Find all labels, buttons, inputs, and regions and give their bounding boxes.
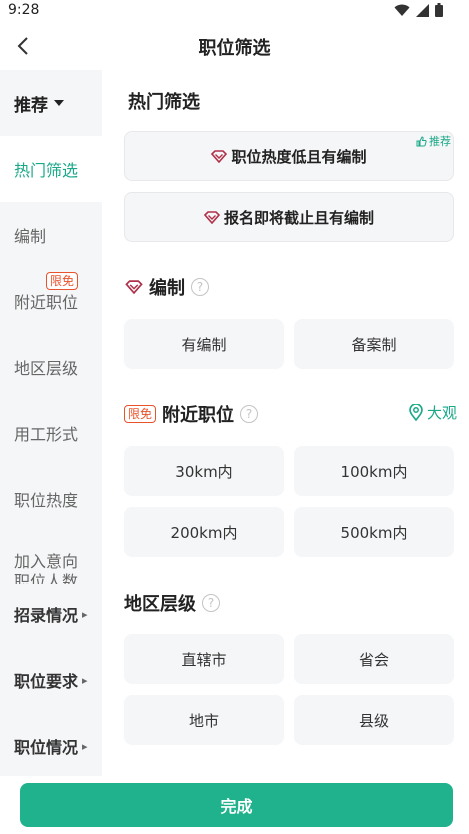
location-selector[interactable]: 大观: [409, 402, 457, 423]
option-label: 有编制: [181, 335, 227, 354]
section-title-text: 编制: [149, 278, 185, 299]
sidebar-item-heat[interactable]: 职位热度: [0, 466, 102, 532]
sidebar-item-label: 加入意向职位人数: [14, 552, 79, 584]
chevron-right-icon: ▸: [82, 607, 88, 621]
sidebar-item-label: 职位热度: [14, 491, 79, 510]
option-provincial-capital[interactable]: 省会: [294, 634, 454, 684]
recommend-tag-label: 推荐: [429, 135, 451, 148]
section-title-nearby: 限免 附近职位 ?: [124, 401, 259, 427]
location-label: 大观: [426, 404, 457, 422]
hot-card-low-heat[interactable]: 职位热度低且有编制 推荐: [124, 131, 454, 181]
section-title-text: 热门筛选: [128, 92, 200, 113]
sidebar-item-label: 职位情况: [14, 738, 79, 757]
sidebar-item-label: 附近职位: [14, 293, 79, 312]
sidebar-item-position-status[interactable]: 职位情况 ▸: [0, 713, 102, 779]
diamond-icon: [125, 280, 143, 294]
thumbs-up-icon: [416, 135, 427, 146]
status-icons: [394, 3, 443, 17]
chevron-right-icon: ▸: [82, 739, 88, 753]
location-pin-icon: [409, 404, 423, 421]
sidebar-item-label: 编制: [14, 227, 47, 246]
caret-down-icon: [54, 100, 64, 106]
option-beian[interactable]: 备案制: [294, 319, 454, 369]
hot-card-deadline[interactable]: 报名即将截止且有编制: [124, 192, 454, 242]
chevron-right-icon: ▸: [82, 673, 88, 687]
section-title-bianzhi: 编制 ?: [125, 274, 209, 300]
done-button[interactable]: 完成: [20, 783, 453, 827]
diamond-icon: [211, 149, 228, 163]
signal-icon: [416, 3, 429, 17]
option-label: 500km内: [340, 523, 408, 542]
help-icon[interactable]: ?: [240, 405, 259, 423]
option-county[interactable]: 县级: [294, 695, 454, 745]
sidebar-item-bianzhi[interactable]: 编制: [0, 202, 102, 268]
sidebar-item-employment[interactable]: 用工形式: [0, 400, 102, 466]
limited-free-badge: 限免: [124, 405, 157, 423]
sidebar-header-label: 推荐: [14, 95, 48, 116]
help-icon[interactable]: ?: [191, 278, 209, 296]
sidebar-item-region[interactable]: 地区层级: [0, 334, 102, 400]
section-title-region: 地区层级 ?: [124, 590, 220, 616]
option-30km[interactable]: 30km内: [124, 446, 284, 496]
status-time: 9:28: [8, 2, 40, 18]
sidebar-item-label: 地区层级: [14, 359, 79, 378]
sidebar-item-recruit[interactable]: 招录情况 ▸: [0, 581, 102, 647]
sidebar-item-requirements[interactable]: 职位要求 ▸: [0, 647, 102, 713]
option-label: 直辖市: [181, 650, 227, 669]
page-title: 职位筛选: [198, 38, 271, 59]
option-label: 200km内: [170, 523, 238, 542]
nav-bar: 职位筛选: [0, 22, 469, 70]
wifi-icon: [394, 4, 410, 16]
section-title-text: 地区层级: [124, 594, 196, 615]
sidebar-header-recommend[interactable]: 推荐: [0, 70, 102, 136]
section-title-hot: 热门筛选: [128, 88, 200, 114]
filter-content: 热门筛选 职位热度低且有编制 推荐 报名即将截止且有编制 编制 ? 有编制 备案…: [103, 70, 469, 776]
sidebar-item-intent-count[interactable]: 加入意向职位人数: [0, 532, 102, 584]
option-municipality[interactable]: 直辖市: [124, 634, 284, 684]
sidebar-item-label: 用工形式: [14, 425, 79, 444]
battery-icon: [435, 3, 443, 17]
option-label: 100km内: [340, 462, 408, 481]
sidebar-item-label: 招录情况: [14, 606, 79, 625]
option-500km[interactable]: 500km内: [294, 507, 454, 557]
option-prefecture-city[interactable]: 地市: [124, 695, 284, 745]
hot-card-label: 报名即将截止且有编制: [223, 208, 374, 227]
sidebar: 推荐 热门筛选 编制 附近职位 限免 地区层级 用工形式 职位热度 加入意向职位…: [0, 70, 102, 776]
bottom-bar: 完成: [0, 776, 469, 834]
option-label: 省会: [358, 650, 389, 669]
limited-free-badge: 限免: [46, 272, 79, 290]
option-label: 县级: [358, 711, 389, 730]
option-label: 备案制: [351, 335, 397, 354]
status-bar: 9:28: [0, 0, 469, 22]
sidebar-item-hot[interactable]: 热门筛选: [0, 136, 102, 202]
hot-card-label: 职位热度低且有编制: [231, 147, 367, 166]
help-icon[interactable]: ?: [202, 594, 220, 612]
option-has-bianzhi[interactable]: 有编制: [124, 319, 284, 369]
sidebar-item-nearby[interactable]: 附近职位 限免: [0, 268, 102, 334]
option-label: 地市: [188, 711, 219, 730]
recommend-tag: 推荐: [416, 133, 451, 149]
option-200km[interactable]: 200km内: [124, 507, 284, 557]
sidebar-item-label: 职位要求: [14, 672, 79, 691]
diamond-icon: [203, 210, 220, 224]
sidebar-item-label: 热门筛选: [14, 161, 79, 180]
section-title-text: 附近职位: [162, 405, 235, 426]
option-100km[interactable]: 100km内: [294, 446, 454, 496]
option-label: 30km内: [175, 462, 233, 481]
